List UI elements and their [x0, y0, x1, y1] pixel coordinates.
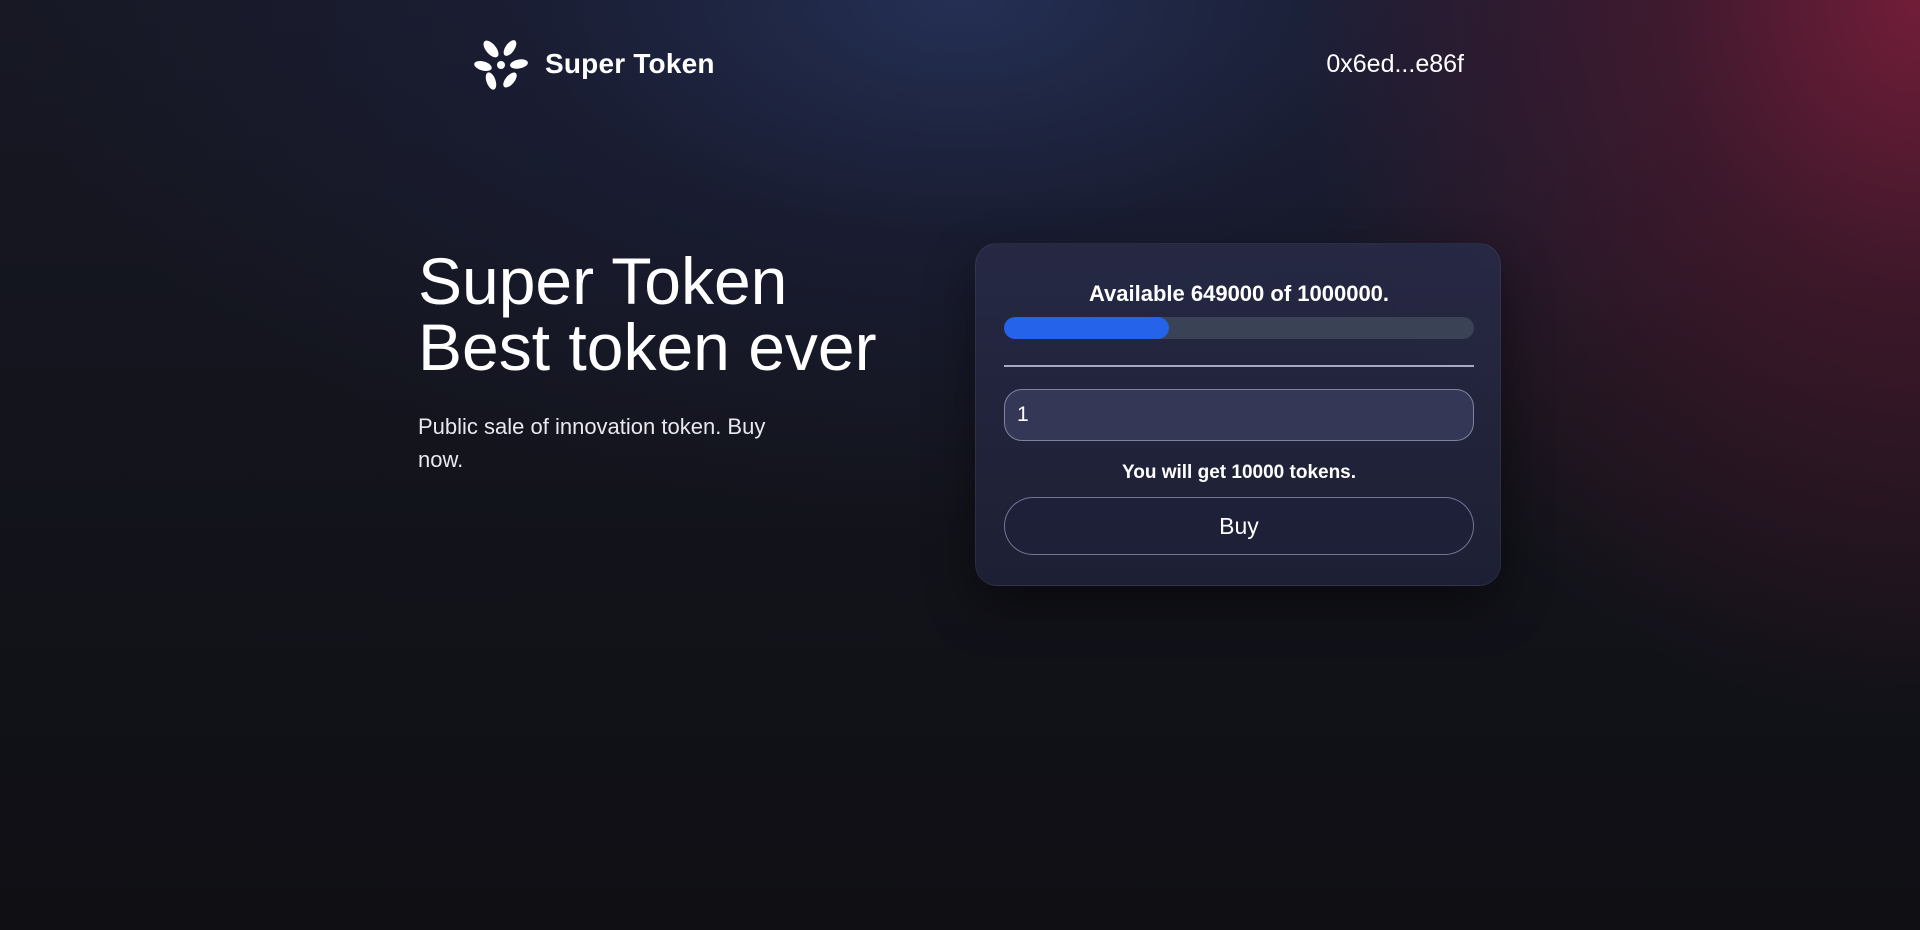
wallet-address[interactable]: 0x6ed...e86f	[1326, 50, 1464, 79]
page-background	[0, 0, 1920, 930]
hero-title: Super Token Best token ever	[418, 248, 918, 380]
buy-button[interactable]: Buy	[1004, 497, 1474, 555]
brand[interactable]: Super Token	[474, 36, 715, 92]
card-divider	[1004, 365, 1474, 367]
sale-card: Available 649000 of 1000000. You will ge…	[975, 243, 1501, 586]
hero-title-line-1: Super Token	[418, 244, 788, 318]
sale-progress-fill	[1004, 317, 1169, 339]
brand-name: Super Token	[545, 48, 715, 79]
sale-card-content: Available 649000 of 1000000. You will ge…	[1004, 244, 1474, 555]
sale-progress-bar	[1004, 317, 1474, 339]
hero-section: Super Token Best token ever Public sale …	[418, 248, 918, 476]
availability-text: Available 649000 of 1000000.	[1088, 281, 1390, 306]
leaf-cluster-logo-icon	[474, 40, 528, 90]
amount-input[interactable]	[1004, 389, 1474, 441]
hero-title-line-2: Best token ever	[418, 310, 877, 384]
top-header: Super Token 0x6ed...e86f	[0, 0, 1920, 130]
token-estimate-text: You will get 10000 tokens.	[1121, 462, 1357, 483]
hero-subtitle: Public sale of innovation token. Buy now…	[418, 414, 766, 472]
